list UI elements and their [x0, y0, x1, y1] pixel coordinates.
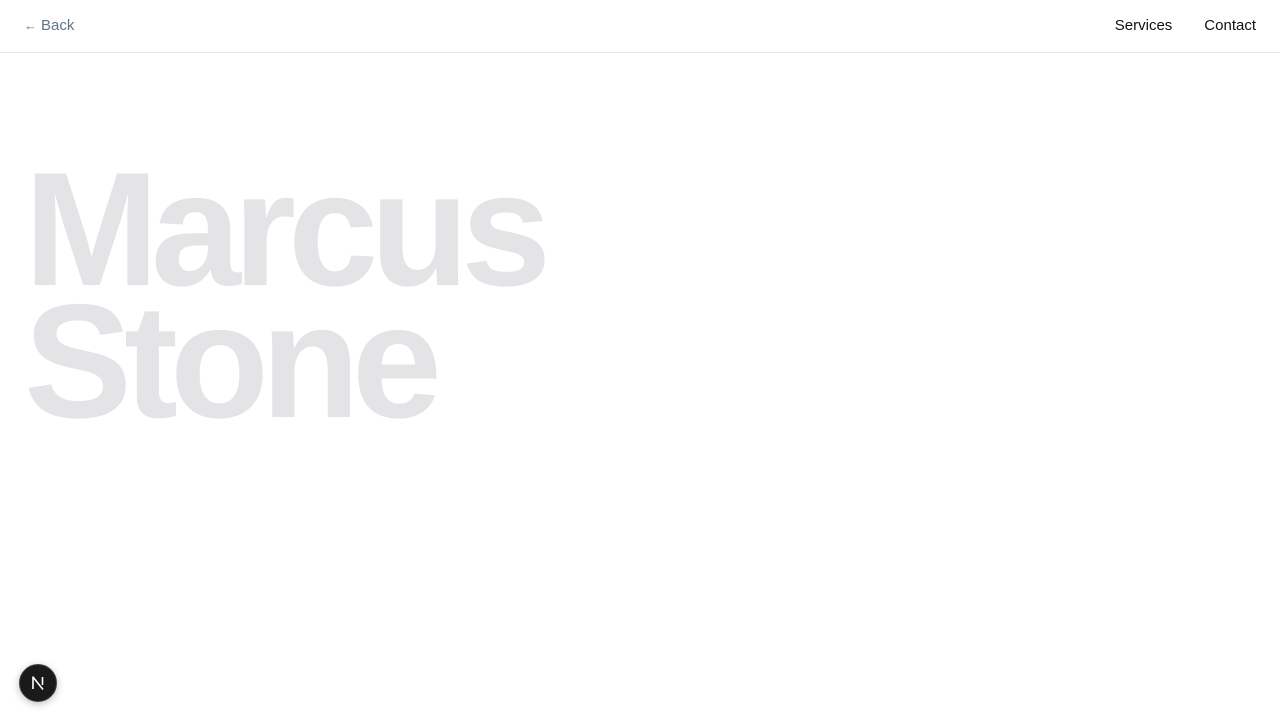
- main-nav: Services Contact: [1115, 16, 1256, 36]
- nav-link-services[interactable]: Services: [1115, 16, 1173, 36]
- nextjs-dev-indicator-button[interactable]: [19, 664, 57, 702]
- hero-name-heading: Marcus Stone: [24, 149, 551, 443]
- nextjs-icon: [32, 676, 44, 690]
- top-navigation-bar: ← Back Services Contact: [0, 0, 1280, 53]
- arrow-left-icon: ←: [24, 18, 37, 33]
- nav-link-contact[interactable]: Contact: [1204, 16, 1256, 36]
- back-link[interactable]: ← Back: [24, 16, 74, 36]
- back-label: Back: [41, 17, 75, 34]
